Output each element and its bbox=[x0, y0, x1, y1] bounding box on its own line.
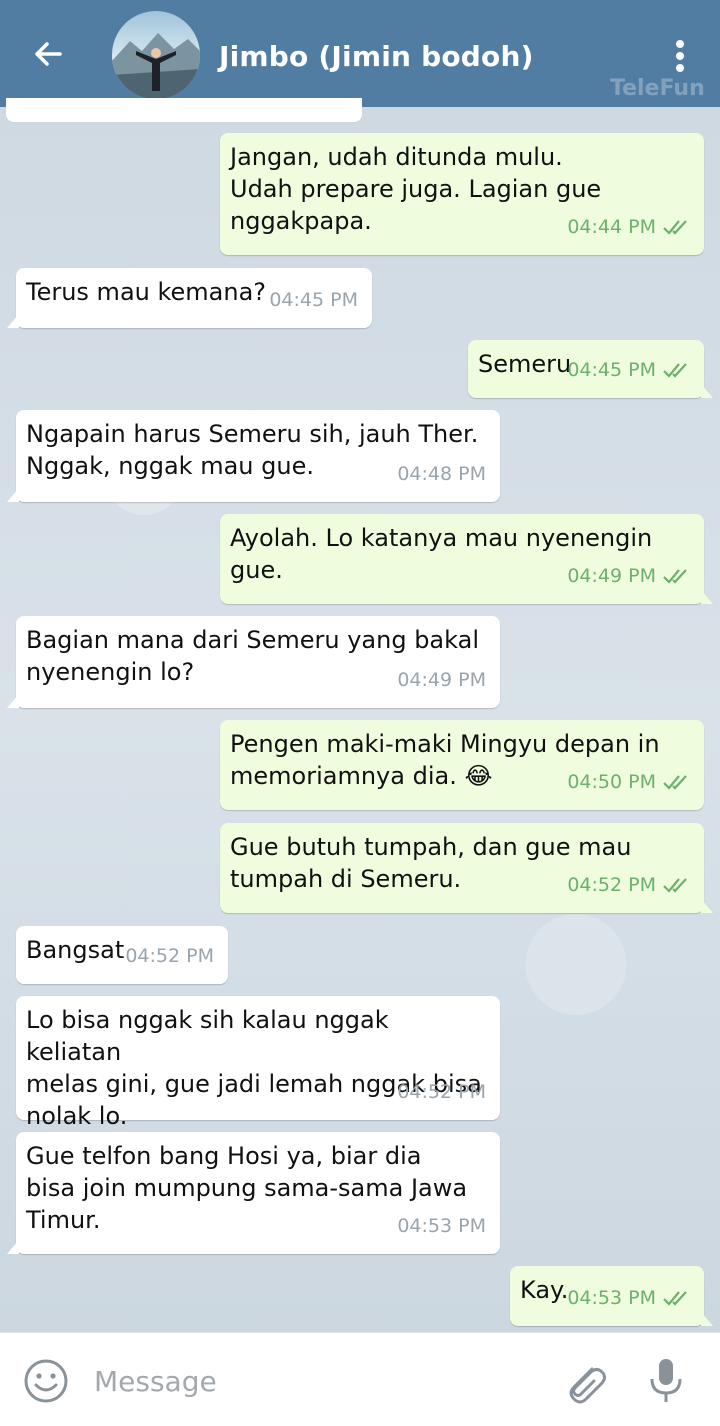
message-text: Lo bisa nggak sih kalau nggak keliatan m… bbox=[26, 1006, 482, 1130]
message-meta: 04:49 PM bbox=[397, 664, 486, 696]
message-meta: 04:53 PM bbox=[397, 1210, 486, 1242]
message-time: 04:45 PM bbox=[269, 289, 358, 311]
message-meta: 04:49 PM bbox=[567, 560, 690, 592]
message-outgoing[interactable]: Pengen maki-maki Mingyu depan in memoria… bbox=[220, 720, 704, 810]
message-meta: 04:53 PM bbox=[567, 1282, 690, 1314]
message-time: 04:50 PM bbox=[567, 771, 656, 793]
chat-header: Jimbo (Jimin bodoh) TeleFun bbox=[0, 0, 720, 107]
message-meta: 04:52 PM bbox=[125, 940, 214, 972]
microphone-icon bbox=[650, 1359, 682, 1402]
emoji-button[interactable] bbox=[22, 1357, 70, 1405]
message-time: 04:52 PM bbox=[567, 874, 656, 896]
partial-message-bubble bbox=[6, 98, 362, 122]
message-outgoing[interactable]: Kay. 04:53 PM bbox=[510, 1266, 713, 1326]
message-time: 04:53 PM bbox=[567, 1287, 656, 1309]
message-incoming[interactable]: Gue telfon bang Hosi ya, biar dia bisa j… bbox=[7, 1132, 500, 1254]
back-button[interactable] bbox=[28, 34, 68, 74]
message-meta: 04:45 PM bbox=[269, 284, 358, 316]
message-meta: 04:52 PM bbox=[397, 1076, 486, 1108]
message-incoming[interactable]: Bagian mana dari Semeru yang bakal nyene… bbox=[7, 616, 500, 708]
message-outgoing[interactable]: Jangan, udah ditunda mulu. Udah prepare … bbox=[220, 133, 704, 255]
message-composer bbox=[0, 1332, 720, 1426]
message-meta: 04:44 PM bbox=[567, 211, 690, 243]
message-outgoing[interactable]: Semeru 04:45 PM bbox=[468, 340, 713, 398]
message-incoming[interactable]: Terus mau kemana? 04:45 PM bbox=[7, 268, 372, 328]
message-meta: 04:45 PM bbox=[567, 354, 690, 386]
message-incoming[interactable]: Ngapain harus Semeru sih, jauh Ther. Ngg… bbox=[7, 410, 500, 502]
message-time: 04:53 PM bbox=[397, 1215, 486, 1237]
message-time: 04:48 PM bbox=[397, 463, 486, 485]
message-outgoing[interactable]: Ayolah. Lo katanya mau nyenengin gue. 04… bbox=[220, 514, 713, 604]
message-time: 04:45 PM bbox=[567, 359, 656, 381]
message-time: 04:44 PM bbox=[567, 216, 656, 238]
message-time: 04:49 PM bbox=[397, 669, 486, 691]
message-time: 04:52 PM bbox=[397, 1081, 486, 1103]
message-outgoing[interactable]: Gue butuh tumpah, dan gue mau tumpah di … bbox=[220, 823, 713, 913]
message-time: 04:52 PM bbox=[125, 945, 214, 967]
chat-title[interactable]: Jimbo (Jimin bodoh) bbox=[219, 40, 534, 73]
message-incoming[interactable]: Lo bisa nggak sih kalau nggak keliatan m… bbox=[16, 996, 500, 1130]
message-meta: 04:52 PM bbox=[567, 869, 690, 901]
double-check-icon bbox=[663, 1291, 687, 1306]
paperclip-icon bbox=[569, 1367, 606, 1404]
double-check-icon bbox=[663, 569, 687, 584]
message-incoming[interactable]: Bangsat 04:52 PM bbox=[16, 926, 228, 984]
more-menu-button[interactable] bbox=[668, 36, 692, 76]
message-meta: 04:50 PM bbox=[567, 766, 690, 798]
double-check-icon bbox=[663, 220, 687, 235]
message-input[interactable] bbox=[92, 1357, 536, 1405]
message-meta: 04:48 PM bbox=[397, 458, 486, 490]
double-check-icon bbox=[663, 775, 687, 790]
avatar-photo bbox=[112, 33, 200, 99]
smile-icon bbox=[24, 1359, 68, 1403]
microphone-button[interactable] bbox=[644, 1355, 688, 1407]
attach-button[interactable] bbox=[560, 1355, 608, 1407]
arrow-left-icon bbox=[35, 42, 62, 66]
double-check-icon bbox=[663, 363, 687, 378]
more-vertical-icon bbox=[676, 40, 684, 72]
avatar[interactable] bbox=[112, 11, 200, 99]
watermark: TeleFun bbox=[610, 76, 705, 101]
double-check-icon bbox=[663, 878, 687, 893]
message-time: 04:49 PM bbox=[567, 565, 656, 587]
